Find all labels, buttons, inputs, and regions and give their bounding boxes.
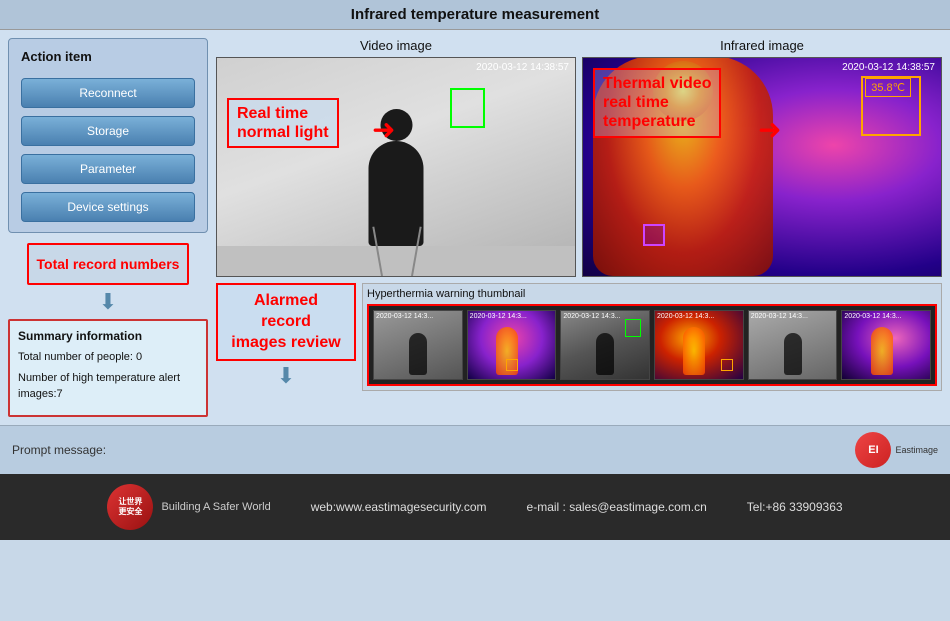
normal-video-display — [217, 58, 575, 276]
summary-box: Summary information Total number of peop… — [8, 319, 208, 417]
footer: 让世界更安全 Building A Safer World web:www.ea… — [0, 474, 950, 540]
record-down-arrow: ⬇ — [99, 289, 117, 315]
thumbnail-1[interactable]: 2020-03-12 14:3... — [467, 310, 557, 380]
thermal-arrow-icon: ➜ — [758, 113, 781, 146]
thumbnail-2[interactable]: 2020-03-12 14:3... — [560, 310, 650, 380]
footer-web: web:www.eastimagesecurity.com — [311, 500, 487, 514]
action-section: Action item Reconnect Storage Parameter … — [8, 38, 208, 233]
record-label: Total record numbers — [37, 255, 180, 273]
alarmed-box: Alarmed recordimages review — [216, 283, 356, 361]
thumbnail-3[interactable]: 2020-03-12 14:3... — [654, 310, 744, 380]
device-settings-button[interactable]: Device settings — [21, 192, 195, 222]
thumbnails-row: 2020-03-12 14:3... 2020-03-12 14:3... 20… — [367, 304, 937, 386]
footer-logo-icon: 让世界更安全 — [107, 484, 153, 530]
record-section: Total record numbers ⬇ — [8, 233, 208, 315]
thumbs-side: Hyperthermia warning thumbnail 2020-03-1… — [362, 283, 942, 391]
parameter-button[interactable]: Parameter — [21, 154, 195, 184]
logo-sub-text: Eastimage — [895, 445, 938, 455]
thermal-video-container: 35.8℃ 2020-03-12 14:38:57 Thermal videor… — [582, 57, 942, 277]
thumb-ts-3: 2020-03-12 14:3... — [657, 313, 714, 320]
video-label: Video image — [216, 38, 576, 53]
alarmed-thumbs-row: Alarmed recordimages review ⬇ Hypertherm… — [216, 283, 942, 391]
left-panel: Action item Reconnect Storage Parameter … — [8, 38, 208, 417]
temp-badge: 35.8℃ — [865, 78, 911, 97]
footer-logo-tagline: Building A Safer World — [161, 501, 270, 513]
alarmed-side: Alarmed recordimages review ⬇ — [216, 283, 356, 389]
eastimage-logo-text: Eastimage — [895, 445, 938, 455]
thumbnails-label: Hyperthermia warning thumbnail — [367, 288, 937, 300]
thumb-ts-5: 2020-03-12 14:3... — [844, 313, 901, 320]
prompt-label: Prompt message: — [12, 443, 106, 457]
summary-alert: Number of high temperature alert images:… — [18, 370, 198, 403]
main-area: Action item Reconnect Storage Parameter … — [0, 30, 950, 425]
thumb-ts-4: 2020-03-12 14:3... — [751, 313, 808, 320]
face-detection-rect — [450, 88, 485, 128]
thermal-annotation-box: Thermal videoreal timetemperature — [593, 68, 721, 138]
record-box: Total record numbers — [27, 243, 190, 285]
summary-total: Total number of people: 0 — [18, 349, 198, 366]
normal-arrow-icon: ➜ — [372, 113, 395, 146]
normal-annotation-box: Real timenormal light — [227, 98, 339, 148]
app-title: Infrared temperature measurement — [351, 6, 599, 23]
thermal-video-timestamp: 2020-03-12 14:38:57 — [842, 62, 935, 73]
prompt-logo: EI Eastimage — [855, 432, 938, 468]
normal-video-section: Video image 2020-03-12 14:38:57 — [216, 38, 576, 277]
footer-logo-inner: 让世界更安全 — [118, 497, 142, 516]
summary-title: Summary information — [18, 329, 198, 343]
footer-email: e-mail : sales@eastimage.com.cn — [527, 500, 707, 514]
normal-annotation-text: Real timenormal light — [237, 104, 329, 142]
right-panel: Video image 2020-03-12 14:38:57 — [216, 38, 942, 417]
normal-video-container: 2020-03-12 14:38:57 Real timenormal ligh… — [216, 57, 576, 277]
prompt-bar: Prompt message: EI Eastimage — [0, 425, 950, 474]
thermal-video-section: Infrared image 35.8℃ 2020-03-12 14:38:57… — [582, 38, 942, 277]
infrared-label: Infrared image — [582, 38, 942, 53]
alarmed-label: Alarmed recordimages review — [228, 291, 344, 353]
thumbnail-5[interactable]: 2020-03-12 14:3... — [841, 310, 931, 380]
thumb-ts-2: 2020-03-12 14:3... — [563, 313, 620, 320]
footer-tel: Tel:+86 33909363 — [747, 500, 843, 514]
footer-tagline-text: Building A Safer World — [161, 501, 270, 513]
thumbnail-4[interactable]: 2020-03-12 14:3... — [748, 310, 838, 380]
reconnect-button[interactable]: Reconnect — [21, 78, 195, 108]
video-row: Video image 2020-03-12 14:38:57 — [216, 38, 942, 277]
thumb-orange-sq-1 — [506, 359, 518, 371]
alarmed-down-arrow: ⬇ — [216, 363, 356, 389]
thermal-annotation-text: Thermal videoreal timetemperature — [603, 74, 711, 132]
storage-button[interactable]: Storage — [21, 116, 195, 146]
action-item-label: Action item — [21, 49, 195, 64]
thumb-ts-1: 2020-03-12 14:3... — [470, 313, 527, 320]
thermal-small-square — [643, 224, 665, 246]
thumb-ts-0: 2020-03-12 14:3... — [376, 313, 433, 320]
thumbnail-0[interactable]: 2020-03-12 14:3... — [373, 310, 463, 380]
footer-logo-section: 让世界更安全 Building A Safer World — [107, 484, 270, 530]
normal-video-timestamp: 2020-03-12 14:38:57 — [476, 62, 569, 73]
thumbnails-section: Hyperthermia warning thumbnail 2020-03-1… — [362, 283, 942, 391]
title-bar: Infrared temperature measurement — [0, 0, 950, 30]
eastimage-logo-icon: EI — [855, 432, 891, 468]
